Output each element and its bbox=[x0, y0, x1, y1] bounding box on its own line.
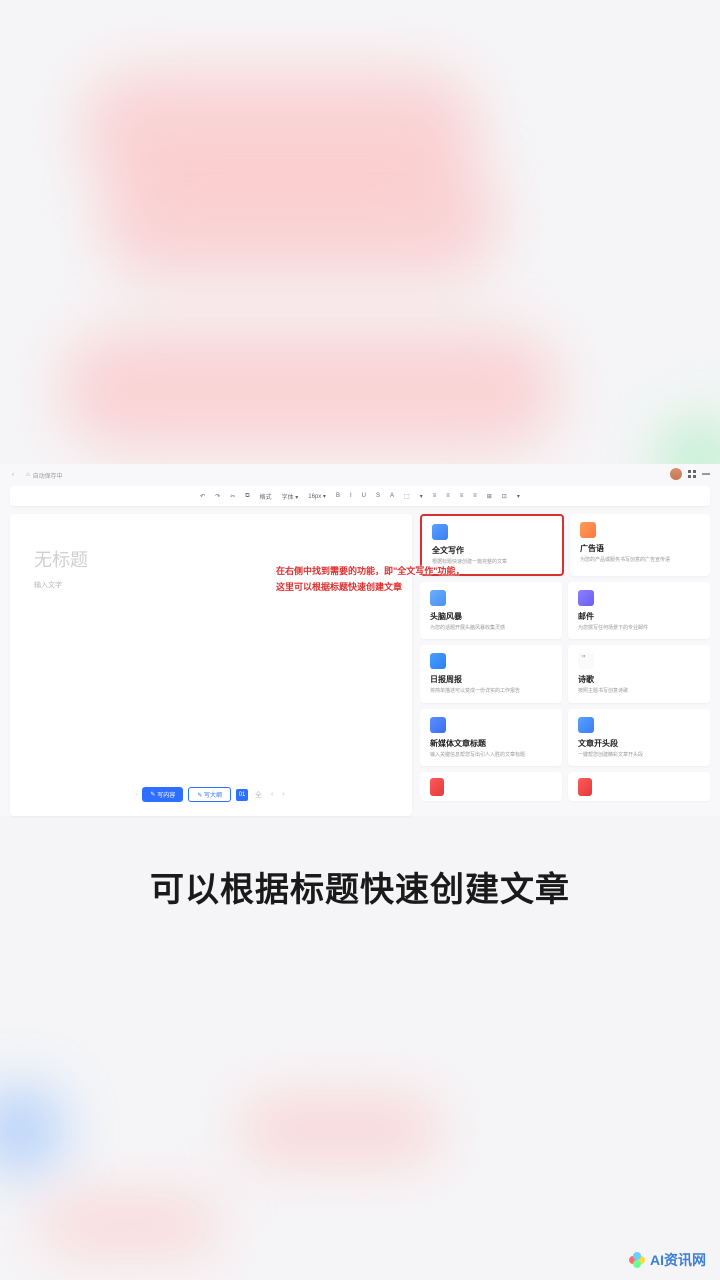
annotation-line1: 在右侧中找到需要的功能，即"全文写作"功能， bbox=[276, 563, 465, 579]
template-panel: 全文写作 根据标题快速创建一篇完整的文章 广告语 为您的产品或服务书写创意的广告… bbox=[420, 514, 710, 816]
card-paragraph[interactable]: 文章开头段 一键帮您创建精彩文章开头段 bbox=[568, 709, 710, 767]
strike-button[interactable]: S bbox=[374, 493, 382, 499]
write-content-button[interactable]: ✎写内容 bbox=[142, 787, 183, 802]
card-title: 日报周报 bbox=[430, 674, 552, 685]
card-title: 头脑风暴 bbox=[430, 611, 552, 622]
card-desc: 按照主题书写创意诗歌 bbox=[578, 688, 700, 695]
bg-blur bbox=[240, 1100, 440, 1160]
undo-button[interactable]: ↶ bbox=[198, 493, 207, 500]
list-button[interactable]: ≡ bbox=[471, 493, 479, 499]
next-page[interactable]: › bbox=[280, 791, 286, 798]
caption-text: 可以根据标题快速创建文章 bbox=[0, 862, 720, 911]
all-pages[interactable]: 全 bbox=[253, 790, 264, 800]
card-desc: 为您的产品或服务书写创意的广告宣传语 bbox=[580, 557, 700, 564]
card-title: 邮件 bbox=[578, 611, 700, 622]
autosave-status: ⌂ 自动保存中 bbox=[26, 471, 63, 480]
toolbar: ↶ ↷ ✂ ⧉ 格式 字体 ▾ 16px ▾ B I U S A ⬚ ▾ ≡ ≡… bbox=[10, 486, 710, 506]
watermark-label: AI资讯网 bbox=[650, 1250, 706, 1270]
bg-blur bbox=[40, 1200, 220, 1250]
card-extra-1[interactable] bbox=[420, 772, 562, 801]
bg-blur bbox=[60, 330, 560, 450]
poem-icon bbox=[578, 653, 594, 669]
bg-blur bbox=[0, 1090, 60, 1170]
write-outline-button[interactable]: ✎ 写大纲 bbox=[188, 787, 231, 802]
cut-button[interactable]: ✂ bbox=[228, 493, 237, 500]
highlight-button[interactable]: ⬚ bbox=[402, 493, 412, 500]
card-desc: 将简单描述可以变成一份详实的工作报告 bbox=[430, 688, 552, 695]
report-icon bbox=[430, 653, 446, 669]
more-button[interactable]: ▾ bbox=[418, 493, 425, 500]
card-title: 文章开头段 bbox=[578, 738, 700, 749]
align-center-button[interactable]: ≡ bbox=[444, 493, 452, 499]
annotation-text: 在右侧中找到需要的功能，即"全文写作"功能， 这里可以根据标题快速创建文章 bbox=[276, 563, 465, 595]
mail-icon bbox=[578, 590, 594, 606]
menu-icon[interactable] bbox=[702, 473, 710, 475]
card-media-title[interactable]: 新媒体文章标题 输入关键信息帮您写出引人入胜的文章标题 bbox=[420, 709, 562, 767]
copy-button[interactable]: ⧉ bbox=[243, 493, 251, 500]
align-left-button[interactable]: ≡ bbox=[431, 493, 439, 499]
card-desc: 为您的话题开展头脑风暴收集灵感 bbox=[430, 625, 552, 632]
text-color-button[interactable]: A bbox=[388, 493, 396, 499]
bold-button[interactable]: B bbox=[334, 493, 342, 499]
table-button[interactable]: ⊞ bbox=[485, 493, 494, 500]
bg-blur bbox=[100, 160, 500, 280]
card-mail[interactable]: 邮件 为您撰写任何场景下的专业邮件 bbox=[568, 582, 710, 640]
redo-button[interactable]: ↷ bbox=[213, 493, 222, 500]
card-extra-2[interactable] bbox=[568, 772, 710, 801]
media-icon bbox=[430, 717, 446, 733]
annotation-line2: 这里可以根据标题快速创建文章 bbox=[276, 579, 465, 595]
bottom-actions: ‹ ✎写内容 ✎ 写大纲 01 全 ‹ › bbox=[34, 787, 388, 808]
card-desc: 输入关键信息帮您写出引人入胜的文章标题 bbox=[430, 752, 552, 759]
red-icon bbox=[578, 778, 592, 796]
editor-pane[interactable]: 无标题 输入文字 ‹ ✎写内容 ✎ 写大纲 01 全 ‹ › bbox=[10, 514, 412, 816]
insert-button[interactable]: ⊡ bbox=[500, 493, 509, 500]
paragraph-icon bbox=[578, 717, 594, 733]
prev-page[interactable]: ‹ bbox=[269, 791, 275, 798]
size-select[interactable]: 16px ▾ bbox=[306, 493, 328, 500]
align-right-button[interactable]: ≡ bbox=[458, 493, 466, 499]
more-dropdown[interactable]: ▾ bbox=[515, 493, 522, 500]
card-desc: 为您撰写任何场景下的专业邮件 bbox=[578, 625, 700, 632]
watermark: AI资讯网 bbox=[628, 1250, 706, 1270]
page-number: 01 bbox=[236, 789, 248, 801]
autosave-label: 自动保存中 bbox=[33, 471, 63, 480]
card-title: 全文写作 bbox=[432, 545, 552, 556]
collapse-icon[interactable]: ‹ bbox=[135, 792, 137, 798]
card-report[interactable]: 日报周报 将简单描述可以变成一份详实的工作报告 bbox=[420, 645, 562, 703]
watermark-icon bbox=[628, 1251, 646, 1269]
home-icon: ⌂ bbox=[26, 472, 30, 478]
card-title: 诗歌 bbox=[578, 674, 700, 685]
italic-button[interactable]: I bbox=[348, 493, 354, 499]
back-icon[interactable]: ‹ bbox=[12, 472, 14, 478]
card-desc: 一键帮您创建精彩文章开头段 bbox=[578, 752, 700, 759]
ad-icon bbox=[580, 522, 596, 538]
red-icon bbox=[430, 778, 444, 796]
font-select[interactable]: 字体 ▾ bbox=[280, 492, 301, 501]
avatar[interactable] bbox=[670, 468, 682, 480]
apps-icon[interactable] bbox=[688, 470, 696, 478]
card-title: 新媒体文章标题 bbox=[430, 738, 552, 749]
card-poem[interactable]: 诗歌 按照主题书写创意诗歌 bbox=[568, 645, 710, 703]
top-bar: ‹ ⌂ 自动保存中 bbox=[0, 464, 720, 486]
card-ad[interactable]: 广告语 为您的产品或服务书写创意的广告宣传语 bbox=[570, 514, 710, 576]
card-title: 广告语 bbox=[580, 543, 700, 554]
doc-icon bbox=[432, 524, 448, 540]
underline-button[interactable]: U bbox=[360, 493, 368, 499]
format-select[interactable]: 格式 bbox=[258, 492, 274, 501]
app-window: ‹ ⌂ 自动保存中 ↶ ↷ ✂ ⧉ 格式 字体 ▾ 16px ▾ B I U S… bbox=[0, 464, 720, 816]
